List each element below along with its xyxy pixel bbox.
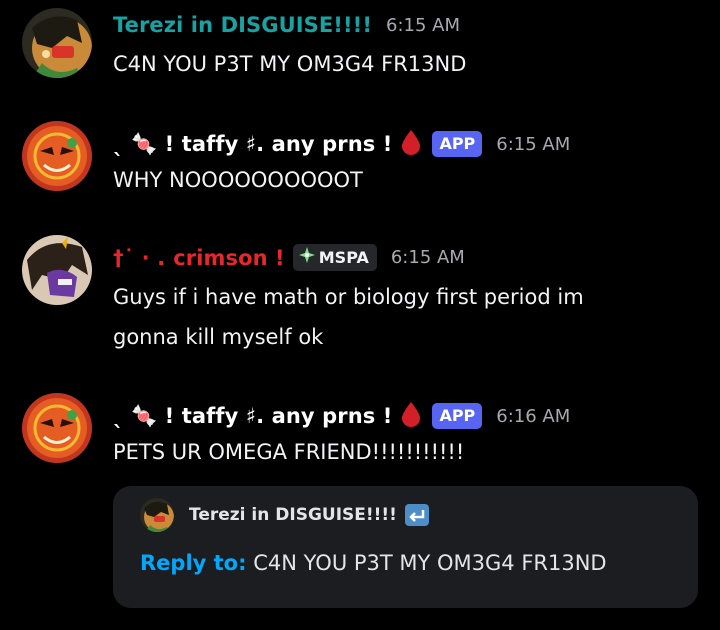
- reply-text: C4N YOU P3T MY OM3G4 FR13ND: [253, 551, 607, 575]
- message-text: C4N YOU P3T MY OM3G4 FR13ND: [113, 52, 467, 76]
- message-header: ˎ 🍬 ! taffy ♯. any prns ! APP 6:16 AM: [113, 401, 570, 431]
- reply-embed-card[interactable]: Terezi in DISGUISE!!!! Reply to: C4N YOU…: [113, 486, 698, 608]
- crimson-avatar[interactable]: [22, 235, 92, 305]
- message-text: WHY NOOOOOOOOOOT: [113, 168, 363, 192]
- terezi-avatar-small: [140, 498, 174, 532]
- author-name[interactable]: crimson !: [173, 246, 285, 270]
- app-badge: APP: [432, 131, 483, 157]
- author-name[interactable]: Terezi in DISGUISE!!!!: [113, 13, 372, 37]
- reply-author-name[interactable]: Terezi in DISGUISE!!!!: [189, 505, 397, 525]
- message-header: †˙ · . crimson ! MSPA 6:15 AM: [113, 244, 465, 271]
- message-text-line-1: Guys if i have math or biology first per…: [113, 285, 584, 309]
- author-prefix: †˙ · .: [113, 245, 166, 270]
- timestamp[interactable]: 6:16 AM: [496, 406, 570, 427]
- blood-drop-icon: [400, 401, 422, 431]
- blood-drop-icon: [400, 129, 422, 159]
- taffy-avatar[interactable]: [22, 121, 92, 191]
- message-text: PETS UR OMEGA FRIEND!!!!!!!!!!!: [113, 440, 465, 464]
- author-name[interactable]: ˎ 🍬 ! taffy ♯. any prns !: [113, 404, 392, 429]
- message-header: Terezi in DISGUISE!!!! 6:15 AM: [113, 13, 460, 37]
- terezi-avatar[interactable]: [22, 8, 92, 78]
- reply-arrow-icon: [404, 504, 429, 526]
- reply-content: Reply to: C4N YOU P3T MY OM3G4 FR13ND: [140, 551, 607, 575]
- timestamp[interactable]: 6:15 AM: [391, 247, 465, 268]
- reply-prefix: Reply to:: [140, 551, 247, 575]
- mspa-label: MSPA: [318, 247, 369, 267]
- message-text-line-2: gonna kill myself ok: [113, 325, 324, 349]
- reply-header: Terezi in DISGUISE!!!!: [189, 504, 429, 526]
- timestamp[interactable]: 6:15 AM: [496, 134, 570, 155]
- taffy-avatar[interactable]: [22, 393, 92, 463]
- sparkle-icon: [298, 247, 315, 268]
- author-name[interactable]: ˎ 🍬 ! taffy ♯. any prns !: [113, 132, 392, 157]
- app-badge: APP: [432, 403, 483, 429]
- message-header: ˎ 🍬 ! taffy ♯. any prns ! APP 6:15 AM: [113, 129, 570, 159]
- mspa-badge: MSPA: [292, 244, 377, 271]
- timestamp[interactable]: 6:15 AM: [386, 15, 460, 36]
